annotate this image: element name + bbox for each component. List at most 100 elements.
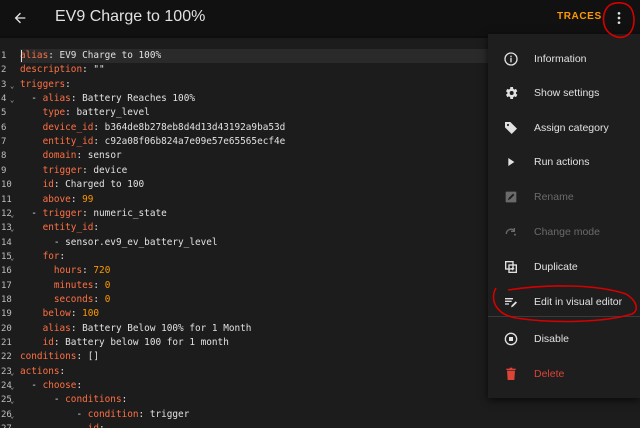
menu-item-duplicate[interactable]: Duplicate <box>488 250 640 285</box>
code-line[interactable]: domain: sensor <box>20 149 122 163</box>
fold-chevron-icon[interactable]: ⌄ <box>10 365 14 379</box>
code-line[interactable]: - sensor.ev9_ev_battery_level <box>20 236 218 250</box>
code-line[interactable]: - trigger: numeric_state <box>20 207 166 221</box>
yaml-text: : <box>59 250 66 262</box>
yaml-number: 99 <box>82 193 94 205</box>
menu-item-information[interactable]: Information <box>488 42 640 77</box>
menu-item-delete[interactable]: Delete <box>488 357 640 392</box>
code-line[interactable]: id: Battery below 100 for 1 month <box>20 336 229 350</box>
fold-chevron-icon[interactable]: ⌄ <box>10 393 14 407</box>
change-mode-icon <box>502 223 520 241</box>
yaml-text: : <box>99 423 105 428</box>
yaml-text <box>20 423 88 428</box>
code-line[interactable]: id: Charged to 100 <box>20 178 145 192</box>
back-button[interactable] <box>8 6 32 30</box>
overflow-menu: Information Show settings Assign category R… <box>488 34 640 398</box>
menu-item-label: Show settings <box>534 87 600 99</box>
yaml-text: : <box>93 279 105 291</box>
code-line[interactable]: type: battery_level <box>20 106 150 120</box>
yaml-text: - <box>20 380 43 392</box>
yaml-text: : Battery Reaches 100% <box>70 93 195 105</box>
code-line[interactable]: - alias: Battery Reaches 100% <box>20 92 195 106</box>
code-line[interactable]: - condition: trigger <box>20 408 189 422</box>
yaml-text <box>20 122 43 133</box>
code-line[interactable]: seconds: 0 <box>20 293 110 307</box>
line-number: 11 <box>1 194 12 205</box>
code-line[interactable]: trigger: device <box>20 164 128 178</box>
more-options-button[interactable] <box>608 6 630 30</box>
line-number: 16 <box>1 266 12 277</box>
code-line[interactable]: - conditions: <box>20 393 127 407</box>
code-line[interactable]: hours: 720 <box>20 264 110 278</box>
menu-item-label: Assign category <box>534 122 609 134</box>
line-number: 21 <box>1 338 12 348</box>
menu-divider <box>488 316 640 317</box>
line-number: 14 <box>1 237 12 248</box>
yaml-text: : Charged to 100 <box>53 179 145 191</box>
line-number-gutter: 1 2 3 ⌄ 4 ⌄ 5 6 7 8 9 10 11 12 ⌄ 13 ⌄ 14 15 ⌄ 16 17 18 19 20 21 22… <box>0 46 20 428</box>
traces-button[interactable]: TRACES <box>557 11 602 22</box>
code-line[interactable]: for: <box>20 250 66 264</box>
line-number: 6 <box>1 122 7 133</box>
yaml-text: : battery_level <box>65 107 150 119</box>
yaml-text <box>20 323 43 334</box>
menu-item-label: Delete <box>534 368 565 380</box>
yaml-text: : Battery below 100 for 1 month <box>53 337 229 348</box>
menu-item-label: Edit in visual editor <box>534 296 623 308</box>
yaml-key: triggers <box>20 78 66 90</box>
code-line[interactable]: triggers: <box>20 78 71 92</box>
menu-item-assign-category[interactable]: Assign category <box>488 111 640 146</box>
fold-chevron-icon[interactable]: ⌄ <box>10 207 14 221</box>
yaml-key: type <box>42 107 66 119</box>
code-line[interactable]: device_id: b364de8b278eb8d4d13d43192a9ba… <box>20 121 286 135</box>
duplicate-icon <box>502 258 520 276</box>
yaml-text: : "" <box>82 64 105 76</box>
code-line[interactable]: description: "" <box>20 63 105 77</box>
fold-chevron-icon[interactable]: ⌄ <box>10 379 14 393</box>
yaml-number: 0 <box>104 293 111 305</box>
code-line[interactable]: alias: EV9 Charge to 100% <box>20 49 161 63</box>
yaml-key: conditions <box>20 351 77 363</box>
yaml-key: entity_id <box>42 136 94 148</box>
yaml-text: : Battery Below 100% for 1 Month <box>70 322 252 334</box>
yaml-text <box>20 179 43 190</box>
menu-item-label: Duplicate <box>534 261 578 273</box>
info-icon <box>502 50 520 68</box>
yaml-key: device_id <box>42 121 94 133</box>
line-number: 27 <box>0 422 19 428</box>
yaml-text: : trigger <box>138 408 190 420</box>
yaml-text: : <box>70 308 83 320</box>
line-number: 2 <box>1 65 7 76</box>
code-line[interactable]: entity_id: <box>20 221 99 235</box>
yaml-key: trigger <box>42 207 83 219</box>
code-line[interactable]: minutes: 0 <box>20 279 110 293</box>
line-number: 10 <box>1 180 12 191</box>
yaml-key: entity_id <box>42 222 94 234</box>
yaml-text: - <box>20 408 88 420</box>
menu-item-edit-in-visual-editor[interactable]: Edit in visual editor <box>488 285 640 320</box>
code-line[interactable]: entity_id: c92a08f06b824a7e09e57e65565ec… <box>20 135 286 149</box>
fold-chevron-icon[interactable]: ⌄ <box>10 408 14 422</box>
yaml-key: condition <box>87 408 139 420</box>
yaml-number: 0 <box>104 279 111 291</box>
yaml-key: id <box>42 179 54 191</box>
code-line[interactable]: conditions: [] <box>20 350 99 364</box>
yaml-text: : [] <box>76 351 100 363</box>
yaml-text: - <box>20 93 43 105</box>
line-number: 19 <box>1 309 12 320</box>
yaml-key: for <box>42 250 60 262</box>
code-line[interactable]: below: 100 <box>20 307 99 321</box>
menu-item-show-settings[interactable]: Show settings <box>488 76 640 111</box>
code-line[interactable]: above: 99 <box>20 193 94 207</box>
code-line[interactable]: alias: Battery Below 100% for 1 Month <box>20 322 252 336</box>
code-line[interactable]: - choose: <box>20 379 82 393</box>
yaml-key: alias <box>42 322 71 334</box>
fold-chevron-icon[interactable]: ⌄ <box>10 221 14 235</box>
fold-chevron-icon[interactable]: ⌄ <box>10 92 14 106</box>
code-line[interactable]: id: <box>20 422 105 428</box>
menu-item-run-actions[interactable]: Run actions <box>488 145 640 180</box>
fold-chevron-icon[interactable]: ⌄ <box>10 78 14 92</box>
menu-item-disable[interactable]: Disable <box>488 322 640 357</box>
code-line[interactable]: actions: <box>20 365 65 379</box>
fold-chevron-icon[interactable]: ⌄ <box>10 250 14 264</box>
